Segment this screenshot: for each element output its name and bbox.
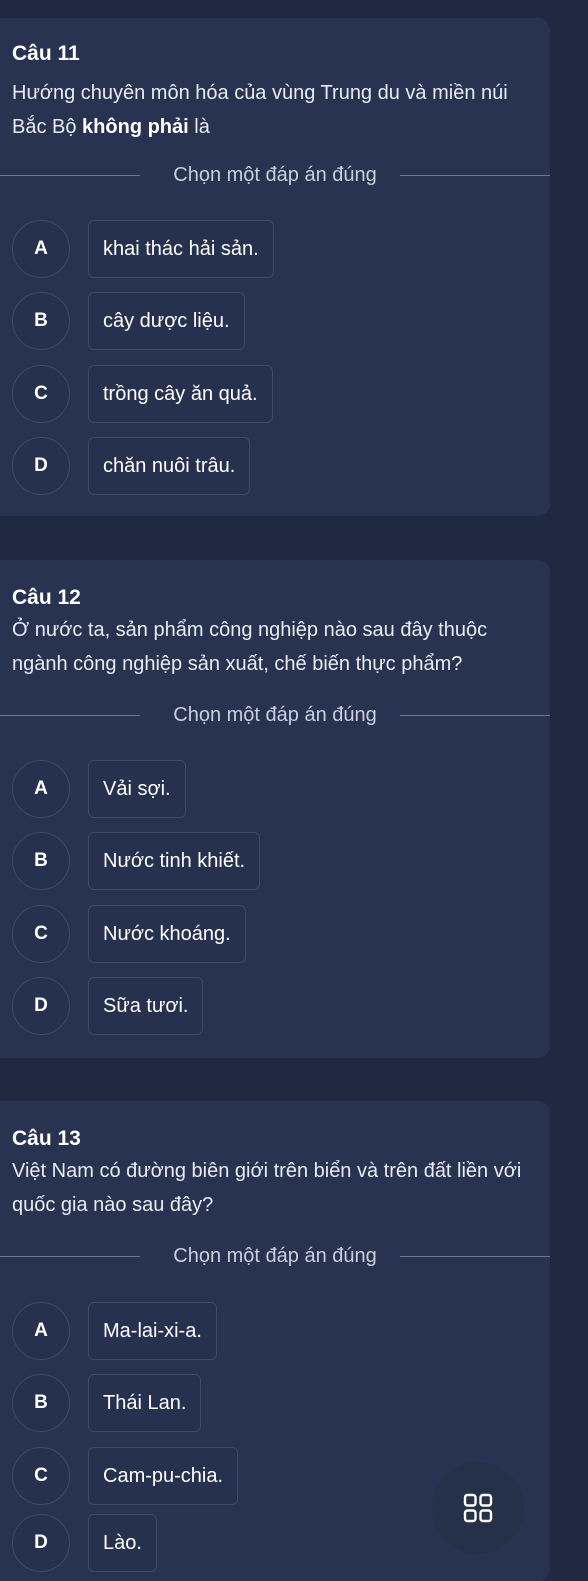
option-letter[interactable]: C: [12, 905, 70, 963]
option-answer[interactable]: Sữa tươi.: [88, 977, 204, 1035]
option-answer[interactable]: Cam-pu-chia.: [88, 1447, 239, 1505]
option-letter[interactable]: B: [12, 1374, 70, 1432]
question-card-11: Câu 11 Hướng chuyên môn hóa của vùng Tru…: [0, 18, 550, 516]
option-letter[interactable]: C: [12, 365, 70, 423]
option-answer[interactable]: Lào.: [88, 1514, 157, 1572]
option-answer[interactable]: Vải sợi.: [88, 760, 186, 818]
option-letter[interactable]: D: [12, 1514, 70, 1572]
option-letter[interactable]: A: [12, 760, 70, 818]
option-letter[interactable]: B: [12, 832, 70, 890]
answer-prompt-divider: Chọn một đáp án đúng: [0, 162, 550, 188]
option-answer[interactable]: khai thác hải sản.: [88, 220, 274, 278]
grid-icon: [463, 1493, 493, 1523]
option-answer[interactable]: Nước khoáng.: [88, 905, 246, 963]
option-letter[interactable]: C: [12, 1447, 70, 1505]
option-answer[interactable]: Ma-lai-xi-a.: [88, 1302, 217, 1360]
question-grid-button[interactable]: [432, 1462, 524, 1554]
question-text: Ở nước ta, sản phẩm công nghiệp nào sau …: [12, 613, 532, 681]
option-letter[interactable]: A: [12, 220, 70, 278]
option-answer[interactable]: chăn nuôi trâu.: [88, 437, 251, 495]
option-letter[interactable]: B: [12, 292, 70, 350]
question-number: Câu 12: [12, 586, 81, 609]
question-number: Câu 11: [12, 42, 80, 65]
question-number: Câu 13: [12, 1127, 81, 1150]
question-card-12: Câu 12 Ở nước ta, sản phẩm công nghiệp n…: [0, 560, 550, 1058]
question-text: Việt Nam có đường biên giới trên biển và…: [12, 1154, 532, 1222]
question-text-part: Ở nước ta, sản phẩm công nghiệp nào sau …: [12, 619, 488, 675]
divider-line: [400, 1256, 550, 1257]
answer-prompt-divider: Chọn một đáp án đúng: [0, 1243, 550, 1269]
option-letter[interactable]: D: [12, 977, 70, 1035]
answer-prompt-divider: Chọn một đáp án đúng: [0, 702, 550, 728]
option-letter[interactable]: D: [12, 437, 70, 495]
question-text-part: là: [188, 116, 210, 138]
question-text-emphasis: không phải: [82, 116, 189, 138]
divider-line: [400, 715, 550, 716]
option-answer[interactable]: cây dược liệu.: [88, 292, 245, 350]
option-answer[interactable]: Nước tinh khiết.: [88, 832, 261, 890]
question-text: Hướng chuyên môn hóa của vùng Trung du v…: [12, 76, 532, 144]
question-text-part: Việt Nam có đường biên giới trên biển và…: [12, 1160, 522, 1216]
divider-line: [400, 175, 550, 176]
option-letter[interactable]: A: [12, 1302, 70, 1360]
option-answer[interactable]: Thái Lan.: [88, 1374, 202, 1432]
option-answer[interactable]: trồng cây ăn quả.: [88, 365, 273, 423]
